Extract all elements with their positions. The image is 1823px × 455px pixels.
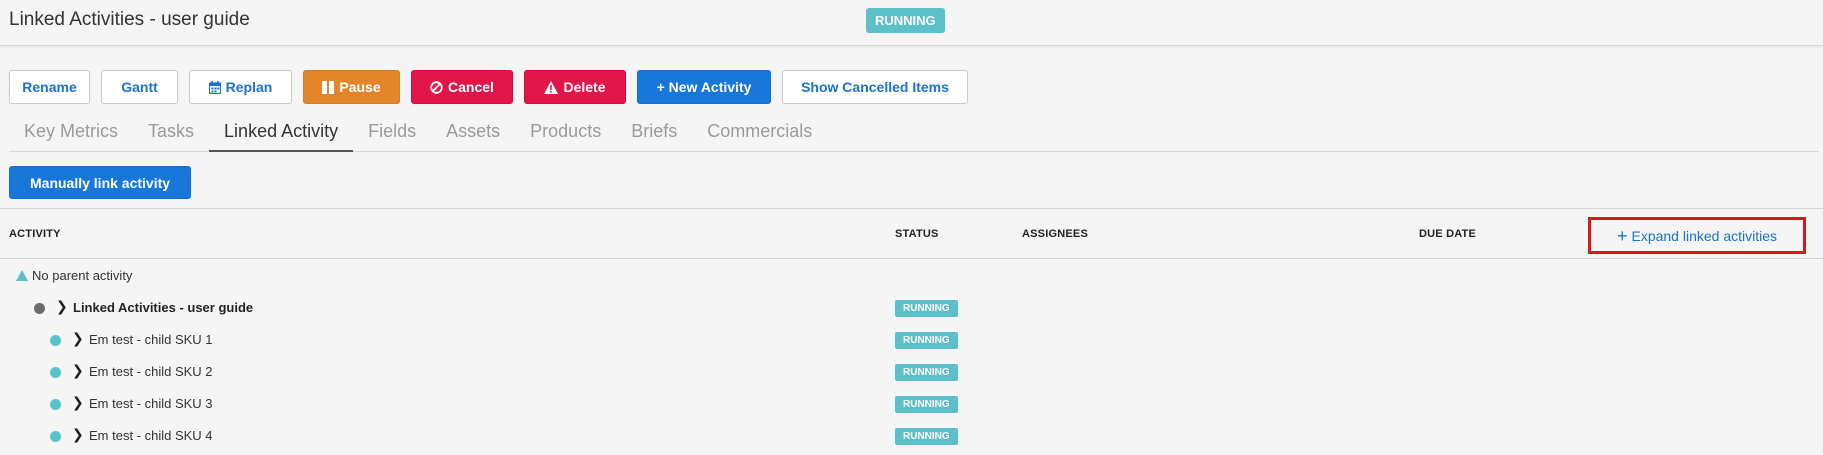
cancel-button[interactable]: Cancel (411, 70, 513, 104)
status-badge: RUNNING (866, 8, 945, 33)
pause-button-label: Pause (339, 79, 381, 95)
chevron-right-icon[interactable]: ❯ (56, 298, 68, 315)
row-activity-name[interactable]: Em test - child SKU 2 (89, 364, 213, 379)
tab-commercials[interactable]: Commercials (692, 115, 827, 152)
row-activity-name[interactable]: Em test - child SKU 4 (89, 428, 213, 443)
manually-link-activity-label: Manually link activity (30, 174, 171, 191)
table-row[interactable]: ❯ Linked Activities - user guide RUNNING (0, 295, 1823, 319)
show-cancelled-button[interactable]: Show Cancelled Items (782, 70, 968, 104)
row-activity-name[interactable]: Em test - child SKU 1 (89, 332, 213, 347)
column-activity: ACTIVITY (9, 228, 61, 240)
status-dot-icon (50, 367, 61, 378)
parent-activity-label: No parent activity (32, 268, 133, 283)
new-activity-button[interactable]: + New Activity (637, 70, 771, 104)
pause-icon (322, 80, 335, 94)
expand-linked-activities-label: Expand linked activities (1631, 227, 1778, 244)
status-dot-icon (50, 335, 61, 346)
delete-button[interactable]: Delete (524, 70, 626, 104)
show-cancelled-button-label: Show Cancelled Items (801, 79, 949, 95)
delete-button-label: Delete (563, 79, 606, 95)
status-badge: RUNNING (895, 428, 958, 445)
replan-button-label: Replan (225, 79, 273, 95)
parent-activity-row: No parent activity (16, 268, 132, 283)
tab-fields[interactable]: Fields (353, 115, 431, 152)
table-row[interactable]: ❯ Em test - child SKU 3 RUNNING (0, 391, 1823, 415)
table-row[interactable]: ❯ Em test - child SKU 2 RUNNING (0, 359, 1823, 383)
gantt-button[interactable]: Gantt (101, 70, 178, 104)
status-badge: RUNNING (895, 396, 958, 413)
status-badge: RUNNING (895, 300, 958, 317)
new-activity-button-label: + New Activity (656, 79, 752, 95)
chevron-right-icon[interactable]: ❯ (72, 330, 84, 347)
row-activity-name[interactable]: Em test - child SKU 3 (89, 396, 213, 411)
table-header: ACTIVITY STATUS ASSIGNEES DUE DATE + Exp… (0, 208, 1823, 259)
triangle-up-icon (16, 270, 28, 281)
status-dot-icon (50, 399, 61, 410)
tab-key-metrics[interactable]: Key Metrics (9, 115, 133, 152)
chevron-right-icon[interactable]: ❯ (72, 394, 84, 411)
status-dot-icon (50, 431, 61, 442)
manually-link-activity-button[interactable]: Manually link activity (9, 166, 192, 199)
action-toolbar: Rename Gantt Replan Pause Cancel Delete … (9, 70, 968, 104)
column-assignees: ASSIGNEES (1022, 228, 1088, 240)
status-dot-icon (34, 303, 45, 314)
gantt-button-label: Gantt (121, 79, 158, 95)
status-badge: RUNNING (895, 332, 958, 349)
page-header: Linked Activities - user guide RUNNING (0, 0, 1823, 46)
tab-products[interactable]: Products (515, 115, 616, 152)
ban-icon (430, 80, 443, 94)
tab-tasks[interactable]: Tasks (133, 115, 209, 152)
rename-button[interactable]: Rename (9, 70, 90, 104)
column-status: STATUS (895, 228, 939, 240)
replan-button[interactable]: Replan (189, 70, 292, 104)
row-activity-name[interactable]: Linked Activities - user guide (73, 300, 253, 315)
cancel-button-label: Cancel (448, 79, 494, 95)
plus-icon: + (1616, 225, 1628, 246)
expand-linked-activities-button[interactable]: + Expand linked activities (1588, 217, 1806, 254)
warning-icon (544, 80, 559, 94)
page-title: Linked Activities - user guide (9, 9, 250, 30)
calendar-icon (208, 80, 221, 94)
rename-button-label: Rename (22, 79, 77, 95)
tab-briefs[interactable]: Briefs (616, 115, 692, 152)
tab-linked-activity[interactable]: Linked Activity (209, 115, 354, 152)
table-row[interactable]: ❯ Em test - child SKU 4 RUNNING (0, 423, 1823, 447)
table-row[interactable]: ❯ Em test - child SKU 1 RUNNING (0, 327, 1823, 351)
tab-bar: Key Metrics Tasks Linked Activity Fields… (9, 115, 1819, 152)
pause-button[interactable]: Pause (303, 70, 400, 104)
status-badge: RUNNING (895, 364, 958, 381)
chevron-right-icon[interactable]: ❯ (72, 362, 84, 379)
tab-assets[interactable]: Assets (431, 115, 515, 152)
column-due-date: DUE DATE (1419, 228, 1477, 240)
chevron-right-icon[interactable]: ❯ (72, 426, 84, 443)
